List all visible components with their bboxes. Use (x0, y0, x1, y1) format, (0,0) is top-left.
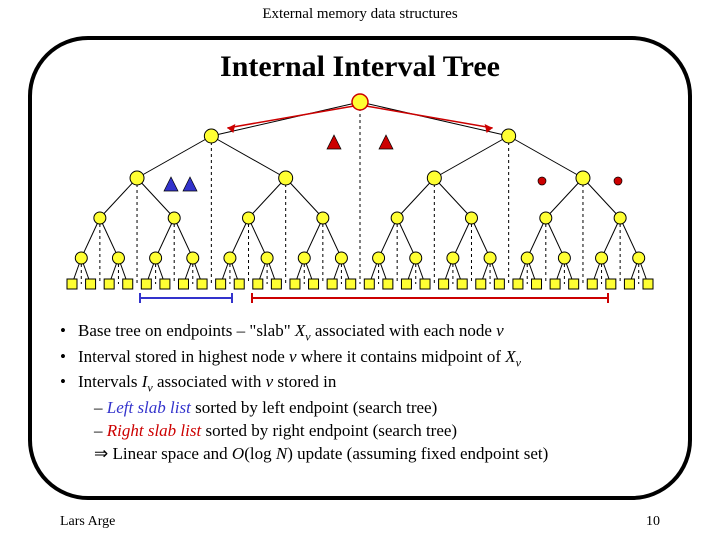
bullet-3-text: Intervals Iv associated with v stored in (78, 371, 336, 396)
sub-bullet-left: – Left slab list sorted by left endpoint… (60, 397, 670, 420)
sub-bullet-right: – Right slab list sorted by right endpoi… (60, 420, 670, 443)
bullet-2: • Interval stored in highest node v wher… (60, 346, 670, 371)
slide-header: External memory data structures (0, 0, 720, 25)
bullet-dot: • (60, 320, 78, 345)
footer-page-number: 10 (646, 514, 660, 530)
bullet-dot: • (60, 371, 78, 396)
bullet-list: • Base tree on endpoints – "slab" Xv ass… (60, 320, 670, 466)
bullet-1: • Base tree on endpoints – "slab" Xv ass… (60, 320, 670, 345)
slide-title: Internal Interval Tree (0, 50, 720, 84)
bullet-dot: • (60, 346, 78, 371)
bullet-1-text: Base tree on endpoints – "slab" Xv assoc… (78, 320, 504, 345)
conclusion: ⇒ Linear space and O(log N) update (assu… (60, 443, 670, 466)
bullet-2-text: Interval stored in highest node v where … (78, 346, 521, 371)
footer-author: Lars Arge (60, 514, 115, 530)
bullet-3: • Intervals Iv associated with v stored … (60, 371, 670, 396)
tree-diagram (60, 88, 660, 302)
tree-svg (60, 88, 660, 302)
